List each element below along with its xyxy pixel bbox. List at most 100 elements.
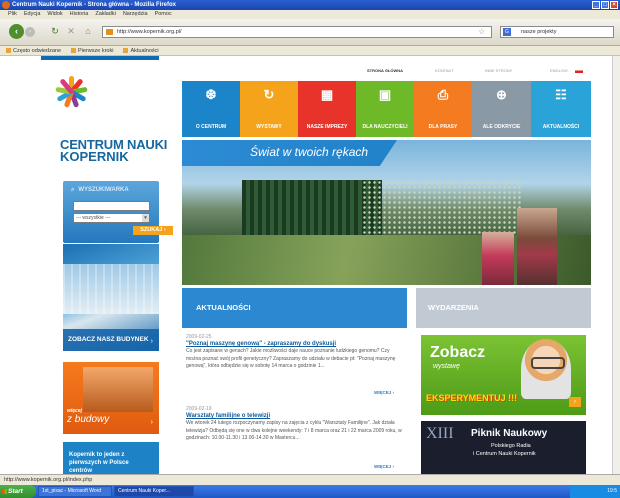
construction-label: z budowy: [67, 414, 110, 425]
bookmarks-toolbar: Często odwiedzane Pierwsze kroki Aktualn…: [0, 46, 620, 56]
url-text: http://www.kopernik.org.pl/: [117, 29, 182, 35]
search-category-select[interactable]: --- wszystkie --- ▾: [73, 213, 150, 223]
status-text: http://www.kopernik.org.pl/index.php: [4, 477, 93, 483]
piknik-line2: Polskiego Radia: [491, 443, 531, 449]
construction-banner[interactable]: więcej z budowy ›: [63, 362, 159, 434]
search-value: nasze projekty: [521, 29, 557, 35]
promo-boy-image: [521, 339, 571, 399]
tab-icon: ⎙: [437, 87, 449, 102]
stop-icon[interactable]: ✕: [66, 26, 76, 36]
menu-history[interactable]: Historia: [70, 10, 89, 19]
system-tray: 19:5: [570, 485, 620, 498]
hero-building: [242, 180, 382, 235]
news-item: 2009-02-19 Warsztaty familijne o telewiz…: [186, 406, 404, 469]
link-english[interactable]: ENGLISH: [550, 68, 568, 73]
start-button[interactable]: Start: [0, 485, 36, 498]
news-heading: AKTUALNOŚCI: [182, 288, 407, 328]
tab-wystawy[interactable]: ↻ WYSTAWY: [240, 81, 298, 137]
address-bar[interactable]: http://www.kopernik.org.pl/: [102, 26, 492, 38]
news-more-link[interactable]: WIĘCEJ ›: [374, 390, 394, 395]
news-title-link[interactable]: Warsztaty familijne o telewizji: [186, 413, 404, 419]
arrow-right-icon: ›: [150, 419, 153, 426]
news-date: 2009-02-25: [186, 334, 212, 340]
top-accent-bar: [41, 56, 159, 60]
tab-aktualnosci[interactable]: ☷ AKTUALNOŚCI: [531, 81, 591, 137]
windows-taskbar: Start 1st_pisac - Microsoft Word Centrum…: [0, 485, 620, 498]
menu-view[interactable]: Widok: [47, 10, 62, 19]
chevron-down-icon: ▾: [142, 214, 149, 222]
page-content: CENTRUM NAUKI KOPERNIK WYSZUKIWARKA --- …: [36, 56, 591, 474]
hero-banner: Świat w twoich rękach: [182, 140, 591, 285]
menu-bookmarks[interactable]: Zakładki: [95, 10, 115, 19]
bookmark-news[interactable]: Aktualności: [123, 46, 158, 55]
window-titlebar: Centrum Nauki Kopernik - Strona główna -…: [0, 0, 620, 10]
news-more-label: WIĘCEJ: [373, 390, 392, 395]
tab-icon: ☷: [555, 87, 567, 102]
site-search-input[interactable]: [73, 201, 150, 211]
search-box[interactable]: G nasze projekty: [500, 26, 614, 38]
building-photo: [63, 264, 159, 314]
reload-icon[interactable]: ↻: [50, 26, 60, 36]
taskbar-item-word[interactable]: 1st_pisac - Microsoft Word: [38, 486, 112, 497]
tab-label: NASZE IMPREZY: [306, 124, 348, 130]
link-contact[interactable]: KONTAKT: [435, 68, 454, 73]
search-submit-label: SZUKAJ: [140, 227, 163, 233]
brand-name-line2: KOPERNIK: [60, 149, 129, 164]
menu-tools[interactable]: Narzędzia: [123, 10, 148, 19]
minimize-button[interactable]: _: [592, 1, 600, 9]
piknik-promo[interactable]: XIII Piknik Naukowy Polskiego Radia i Ce…: [421, 421, 586, 474]
page-scrollbar[interactable]: [612, 56, 620, 474]
tab-icon: ▣: [378, 87, 392, 102]
menu-help[interactable]: Pomoc: [155, 10, 172, 19]
menu-file[interactable]: Plik: [8, 10, 17, 19]
top-links: STRONA GŁÓWNA KONTAKT INNE STRONY ENGLIS…: [182, 68, 591, 76]
search-category-value: --- wszystkie ---: [76, 215, 111, 221]
building-caption: ZOBACZ NASZ BUDYNEK: [63, 329, 159, 351]
bookmark-getting-started[interactable]: Pierwsze kroki: [71, 46, 113, 55]
tab-label: DLA NAUCZYCIELI: [362, 124, 408, 130]
tab-o-centrum[interactable]: ❆ O CENTRUM: [182, 81, 240, 137]
link-home[interactable]: STRONA GŁÓWNA: [367, 68, 403, 73]
taskbar-item-firefox[interactable]: Centrum Nauki Koper...: [114, 486, 194, 497]
search-panel: WYSZUKIWARKA --- wszystkie --- ▾ SZUKAJ …: [63, 181, 173, 243]
news-list: 2009-02-25 "Poznaj maszynę genową" - zap…: [182, 334, 407, 474]
bookmark-most-visited[interactable]: Często odwiedzane: [6, 46, 61, 55]
navigation-toolbar: ‹ › ↻ ✕ ⌂ http://www.kopernik.org.pl/ ☆ …: [0, 19, 620, 46]
close-button[interactable]: ×: [610, 1, 618, 9]
tab-dla-nauczycieli[interactable]: ▣ DLA NAUCZYCIELI: [356, 81, 414, 137]
link-other-pages[interactable]: INNE STRONY: [485, 68, 512, 73]
kopernik-logo-icon[interactable]: [36, 69, 108, 145]
tab-dla-prasy[interactable]: ⎙ DLA PRASY: [414, 81, 472, 137]
start-label: Start: [8, 488, 23, 495]
window-controls: _ □ ×: [592, 1, 618, 9]
arrow-right-icon[interactable]: ›: [569, 397, 581, 407]
hero-slogan: Świat w twoich rękach: [250, 145, 369, 159]
menu-edit[interactable]: Edycja: [24, 10, 41, 19]
tab-icon: ❆: [205, 87, 217, 102]
news-more-link[interactable]: WIĘCEJ ›: [374, 464, 394, 469]
piknik-line3: i Centrum Nauki Kopernik: [473, 451, 536, 457]
home-icon[interactable]: ⌂: [83, 26, 93, 36]
tab-icon: ↻: [263, 87, 275, 102]
google-icon: G: [503, 28, 511, 36]
tab-ale-odkrycie[interactable]: ⊕ ALE ODKRYCIE: [472, 81, 531, 137]
tab-label: O CENTRUM: [195, 124, 227, 130]
kopernik-info-box[interactable]: Kopernik to jeden z pierwszych w Polsce …: [63, 442, 159, 474]
favicon-icon: [106, 29, 113, 35]
back-button[interactable]: ‹: [9, 24, 24, 39]
forward-button[interactable]: ›: [25, 27, 35, 37]
bookmark-star-icon[interactable]: ☆: [478, 27, 485, 36]
left-sidebar: CENTRUM NAUKI KOPERNIK WYSZUKIWARKA --- …: [36, 56, 173, 474]
firefox-icon: [2, 1, 10, 9]
events-heading: WYDARZENIA: [416, 288, 591, 328]
search-submit-button[interactable]: SZUKAJ ›: [133, 226, 173, 235]
uk-flag-icon[interactable]: [575, 68, 583, 73]
exhibition-promo[interactable]: Zobacz wystawę EKSPERYMENTUJ !!! ›: [421, 335, 586, 415]
promo-line1: Zobacz: [430, 344, 486, 361]
hero-child: [482, 232, 514, 285]
news-title-link[interactable]: "Poznaj maszynę genową" - zapraszamy do …: [186, 341, 404, 347]
building-banner[interactable]: ZOBACZ NASZ BUDYNEK ›: [63, 244, 159, 351]
construction-photo: [83, 367, 153, 412]
maximize-button[interactable]: □: [601, 1, 609, 9]
tab-nasze-imprezy[interactable]: ▦ NASZE IMPREZY: [298, 81, 356, 137]
